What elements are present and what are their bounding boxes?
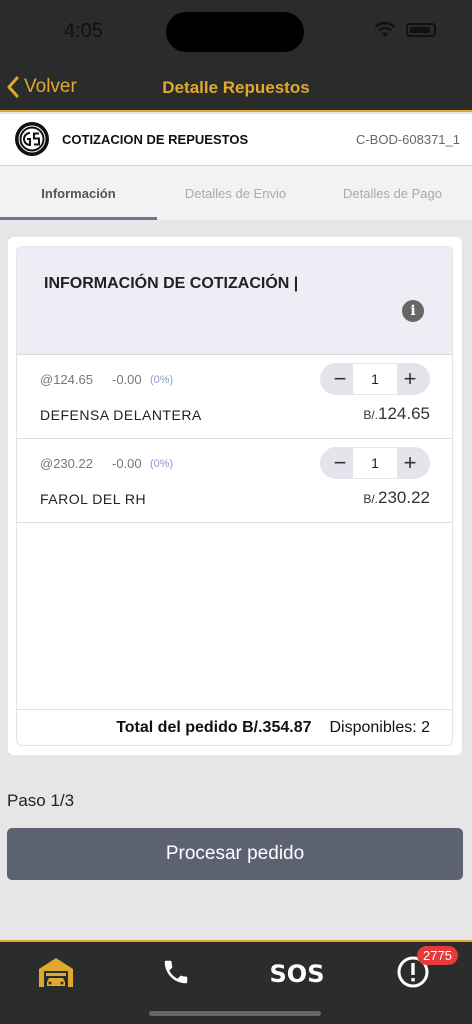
quantity-value[interactable]: 1 <box>353 448 397 478</box>
sos-button[interactable]: SOS <box>262 954 332 994</box>
unit-price: @124.65 <box>40 372 93 387</box>
discount: -0.00 <box>112 456 142 471</box>
document-code: C-BOD-608371_1 <box>355 132 460 147</box>
section-title: INFORMACIÓN DE COTIZACIÓN | <box>44 275 299 292</box>
item-total: B/.124.65 <box>363 404 430 424</box>
discount-percent: (0%) <box>150 374 174 386</box>
discount: -0.00 <box>112 372 142 387</box>
discount-percent: (0%) <box>150 458 174 470</box>
quote-card-inner: INFORMACIÓN DE COTIZACIÓN | i @124.65 -0… <box>16 246 453 746</box>
process-order-button[interactable]: Procesar pedido <box>7 828 463 880</box>
available-count: Disponibles: 2 <box>329 718 431 736</box>
top-bar: 4:05 Volver Detalle Repuestos <box>0 0 472 112</box>
quantity-value[interactable]: 1 <box>353 364 397 394</box>
decrement-button[interactable]: − <box>330 368 350 390</box>
garage-icon[interactable] <box>36 952 76 992</box>
currency-label: B/. <box>363 408 378 422</box>
status-icons <box>374 22 436 38</box>
tab-bar: Información Detalles de Envio Detalles d… <box>0 166 472 220</box>
wifi-icon <box>374 22 396 37</box>
page-title: Detalle Repuestos <box>162 78 310 97</box>
order-total: Total del pedido B/.354.87 <box>116 718 312 736</box>
section-header: INFORMACIÓN DE COTIZACIÓN | i <box>17 247 452 355</box>
increment-button[interactable]: + <box>400 368 420 390</box>
card-footer: Total del pedido B/.354.87 Disponibles: … <box>17 709 452 745</box>
currency-label: B/. <box>363 492 378 506</box>
item-total-value: 230.22 <box>378 488 430 507</box>
decrement-button[interactable]: − <box>330 452 350 474</box>
item-total-value: 124.65 <box>378 404 430 423</box>
home-indicator <box>149 1011 321 1016</box>
tab-detalles-envio[interactable]: Detalles de Envio <box>157 166 314 220</box>
quote-card: INFORMACIÓN DE COTIZACIÓN | i @124.65 -0… <box>8 237 462 755</box>
phone-icon[interactable] <box>156 952 196 992</box>
quantity-stepper: − 1 + <box>320 363 430 395</box>
item-total: B/.230.22 <box>363 488 430 508</box>
item-name: DEFENSA DELANTERA <box>40 407 202 423</box>
unit-price: @230.22 <box>40 456 93 471</box>
tab-informacion[interactable]: Información <box>0 166 157 220</box>
step-indicator: Paso 1/3 <box>7 791 75 810</box>
document-title: COTIZACION DE REPUESTOS <box>62 132 249 147</box>
battery-icon <box>406 23 436 37</box>
list-item: @230.22 -0.00 (0%) − 1 + FAROL DEL RH B/… <box>17 439 452 523</box>
tab-detalles-pago[interactable]: Detalles de Pago <box>314 166 471 220</box>
garage-glyph <box>39 958 73 987</box>
dynamic-island <box>166 12 304 52</box>
notification-badge: 2775 <box>417 946 458 965</box>
increment-button[interactable]: + <box>400 452 420 474</box>
status-time: 4:05 <box>64 20 103 42</box>
info-icon[interactable]: i <box>402 300 424 322</box>
company-logo <box>15 122 49 156</box>
quantity-stepper: − 1 + <box>320 447 430 479</box>
phone-glyph <box>164 960 188 984</box>
list-item: @124.65 -0.00 (0%) − 1 + DEFENSA DELANTE… <box>17 355 452 439</box>
document-header: COTIZACION DE REPUESTOS C-BOD-608371_1 <box>0 114 472 166</box>
item-name: FAROL DEL RH <box>40 491 147 507</box>
